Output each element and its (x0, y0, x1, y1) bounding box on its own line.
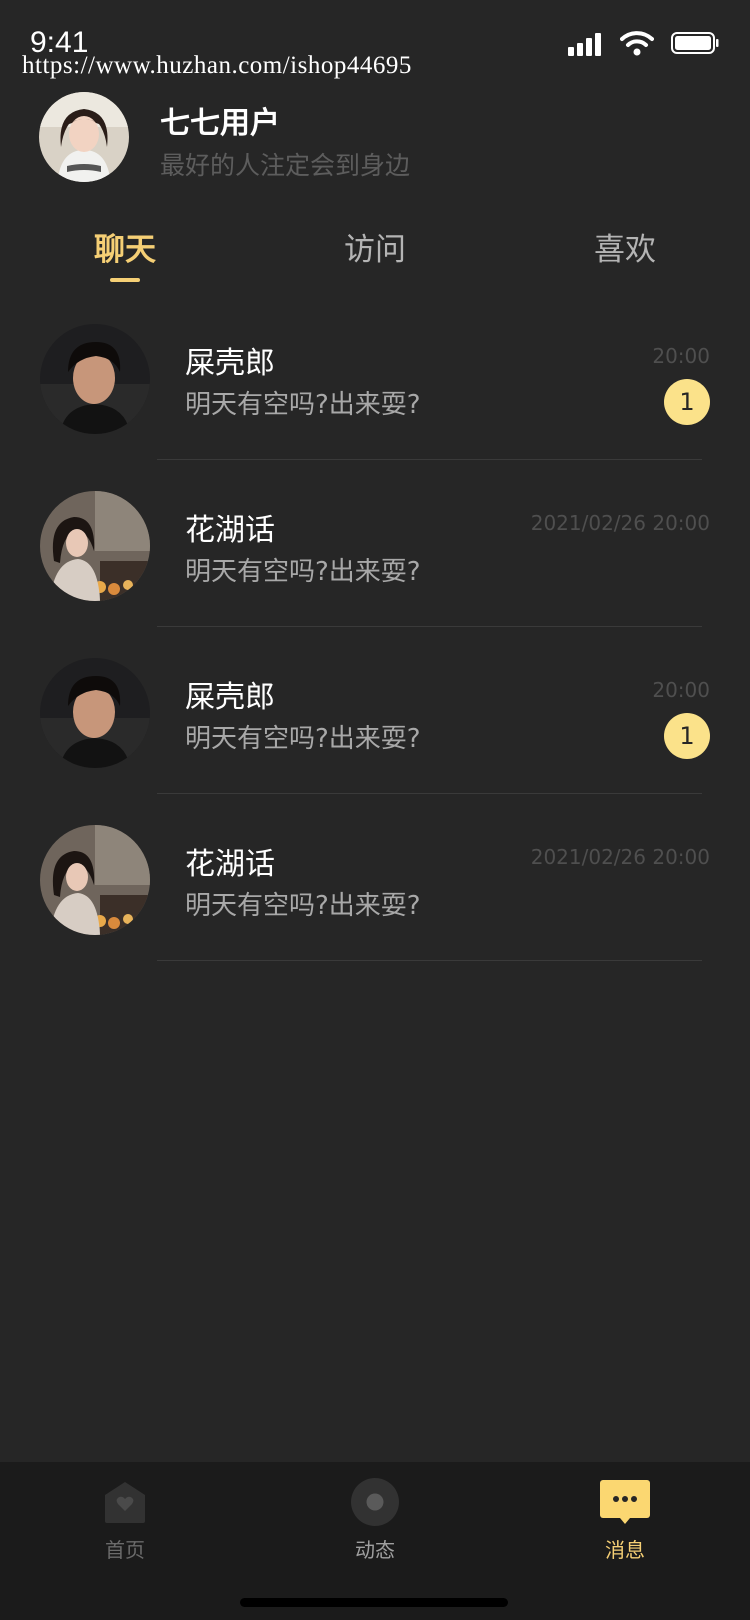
nav-item-home[interactable]: 首页 (65, 1477, 185, 1563)
chat-time: 20:00 (652, 678, 710, 702)
battery-icon (671, 32, 719, 54)
heart-icon (100, 1477, 150, 1527)
unread-badge: 1 (664, 379, 710, 425)
chat-list-item[interactable]: 花湖话 明天有空吗?出来耍? 2021/02/26 20:00 (0, 487, 750, 654)
chat-list-item[interactable]: 花湖话 明天有空吗?出来耍? 2021/02/26 20:00 (0, 821, 750, 988)
chat-avatar[interactable] (40, 658, 150, 768)
divider (157, 960, 702, 961)
nav-label-messages: 消息 (605, 1538, 645, 1562)
profile-header: 七七用户 最好的人注定会到身边 (0, 90, 750, 190)
tab-active-indicator (110, 278, 140, 282)
chat-list: 屎壳郎 明天有空吗?出来耍? 20:00 1 花湖话 明天有空吗?出来耍? 20… (0, 320, 750, 988)
chat-list-item[interactable]: 屎壳郎 明天有空吗?出来耍? 20:00 1 (0, 654, 750, 821)
tab-bar: 聊天 访问 喜欢 (0, 220, 750, 290)
divider (157, 459, 702, 460)
nav-item-moments[interactable]: 动态 (315, 1477, 435, 1563)
divider (157, 793, 702, 794)
status-bar: 9:41 https://www.huzhan.com/ishop44695 (0, 0, 750, 90)
chat-time: 20:00 (652, 344, 710, 368)
chat-time: 2021/02/26 20:00 (530, 845, 710, 869)
record-icon (350, 1477, 400, 1527)
chat-name: 屎壳郎 (185, 680, 275, 715)
chat-name: 花湖话 (185, 847, 275, 882)
chat-last-message: 明天有空吗?出来耍? (185, 390, 421, 420)
tab-likes[interactable]: 喜欢 (550, 224, 700, 269)
home-indicator (240, 1598, 508, 1607)
chat-last-message: 明天有空吗?出来耍? (185, 891, 421, 921)
chat-avatar[interactable] (40, 491, 150, 601)
profile-avatar[interactable] (39, 92, 129, 182)
wifi-icon (620, 31, 654, 56)
tab-chat[interactable]: 聊天 (50, 224, 200, 269)
chat-last-message: 明天有空吗?出来耍? (185, 557, 421, 587)
watermark-url: https://www.huzhan.com/ishop44695 (22, 52, 412, 79)
nav-label-home: 首页 (105, 1538, 145, 1562)
chat-last-message: 明天有空吗?出来耍? (185, 724, 421, 754)
chat-time: 2021/02/26 20:00 (530, 511, 710, 535)
chat-list-item[interactable]: 屎壳郎 明天有空吗?出来耍? 20:00 1 (0, 320, 750, 487)
nav-item-messages[interactable]: 消息 (565, 1477, 685, 1563)
tab-visits[interactable]: 访问 (300, 224, 450, 269)
chat-avatar[interactable] (40, 324, 150, 434)
nav-label-moments: 动态 (355, 1538, 395, 1562)
divider (157, 626, 702, 627)
bottom-nav: 首页 动态 消息 (0, 1462, 750, 1620)
profile-name: 七七用户 (160, 106, 280, 141)
profile-subtitle: 最好的人注定会到身边 (160, 151, 411, 180)
unread-badge: 1 (664, 713, 710, 759)
signal-icon (568, 32, 604, 56)
chat-avatar[interactable] (40, 825, 150, 935)
chat-name: 屎壳郎 (185, 346, 275, 381)
message-icon (600, 1477, 650, 1527)
chat-name: 花湖话 (185, 513, 275, 548)
